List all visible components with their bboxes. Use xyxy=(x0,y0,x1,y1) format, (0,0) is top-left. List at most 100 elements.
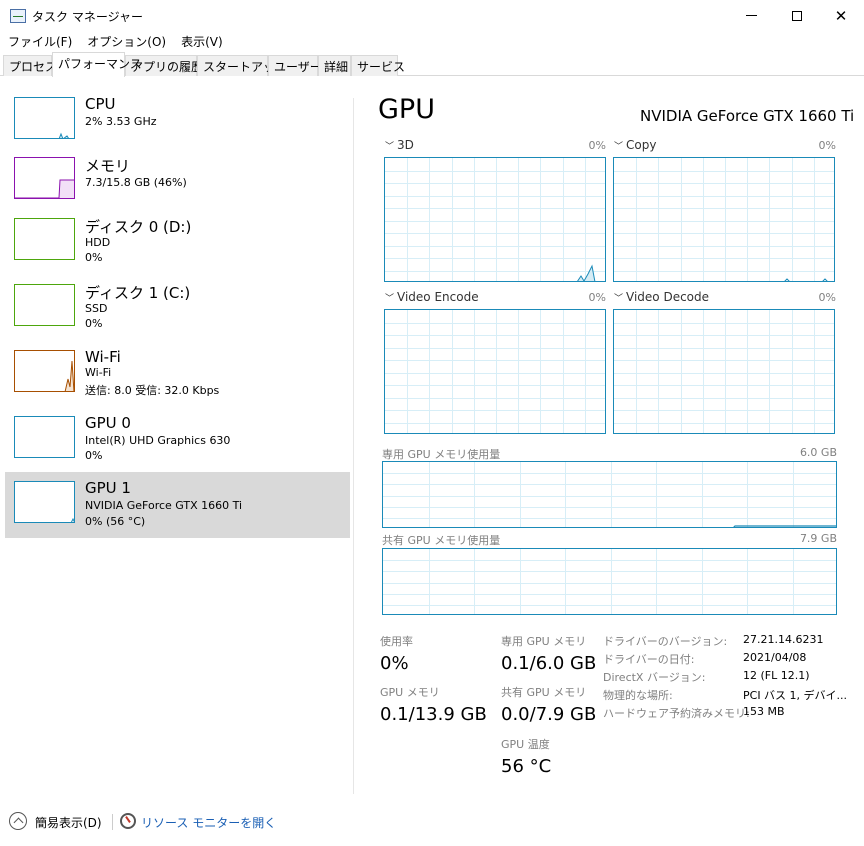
resource-gpu-0-title: GPU 0 xyxy=(85,414,131,432)
menu-view[interactable]: 表示(V) xyxy=(173,31,230,51)
engine-copy-graph xyxy=(613,157,835,282)
minimize-button[interactable] xyxy=(728,0,774,31)
utilization-value: 0% xyxy=(380,653,409,674)
panel-divider xyxy=(353,98,354,794)
dedicated-memory-label: 専用 GPU メモリ使用量 xyxy=(382,448,501,461)
dedicated-memory-max: 6.0 GB xyxy=(799,446,837,459)
dedicated-memory-graph xyxy=(382,461,837,528)
resource-gpu-1-usage: 0% (56 °C) xyxy=(85,515,146,528)
resource-disk-1-title: ディスク 1 (C:) xyxy=(85,284,191,302)
driver-version-value: 27.21.14.6231 xyxy=(743,633,824,646)
dedicated-memory-line xyxy=(733,525,836,527)
engine-video-encode-graph xyxy=(384,309,606,434)
engine-video-decode-graph xyxy=(613,309,835,434)
engine-3d-selector[interactable]: ﹀ 3D xyxy=(385,138,414,152)
physical-location-label: 物理的な場所: xyxy=(603,689,673,702)
resource-wifi-throughput: 送信: 8.0 受信: 32.0 Kbps xyxy=(85,384,220,397)
chevron-down-icon: ﹀ xyxy=(614,294,624,304)
engine-copy-selector[interactable]: ﹀ Copy xyxy=(614,138,656,152)
driver-date-label: ドライバーの日付: xyxy=(603,653,695,666)
wifi-thumbnail-graph xyxy=(64,360,74,391)
directx-version-value: 12 (FL 12.1) xyxy=(743,669,810,682)
wifi-thumbnail xyxy=(14,350,75,392)
close-icon: ✕ xyxy=(834,6,848,25)
resource-wifi-title: Wi-Fi xyxy=(85,348,121,366)
physical-location-value: PCI バス 1, デバイ... xyxy=(743,689,848,702)
resource-cpu[interactable]: CPU 2% 3.53 GHz xyxy=(5,93,350,157)
resource-disk-1[interactable]: ディスク 1 (C:) SSD 0% xyxy=(5,280,350,344)
resource-disk-0-usage: 0% xyxy=(85,251,103,264)
memory-thumbnail xyxy=(14,157,75,199)
open-resource-monitor-link[interactable]: リソース モニターを開く xyxy=(141,814,276,831)
shared-memory-stat-label: 共有 GPU メモリ xyxy=(501,686,587,699)
simple-view-button[interactable]: 簡易表示(D) xyxy=(35,814,102,831)
resource-wifi-name: Wi-Fi xyxy=(85,366,112,379)
directx-version-label: DirectX バージョン: xyxy=(603,671,706,684)
engine-video-encode-percent: 0% xyxy=(588,291,606,304)
engine-video-encode-grid xyxy=(385,310,605,433)
resource-memory-title: メモリ xyxy=(85,157,131,175)
tab-processes[interactable]: プロセス xyxy=(3,55,57,76)
disk-0-thumbnail xyxy=(14,218,75,260)
gpu-temperature-label: GPU 温度 xyxy=(501,738,550,751)
close-button[interactable]: ✕ xyxy=(818,0,864,31)
detail-device-name: NVIDIA GeForce GTX 1660 Ti xyxy=(640,107,855,125)
resource-disk-0[interactable]: ディスク 0 (D:) HDD 0% xyxy=(5,214,350,278)
tab-startup[interactable]: スタートアップ xyxy=(197,55,287,76)
chevron-up-icon[interactable] xyxy=(9,812,27,830)
resource-memory[interactable]: メモリ 7.3/15.8 GB (46%) xyxy=(5,153,350,217)
shared-memory-max: 7.9 GB xyxy=(799,532,837,545)
menu-bar: ファイル(F) オプション(O) 表示(V) xyxy=(0,31,864,51)
cpu-thumbnail-graph xyxy=(58,132,69,138)
driver-date-value: 2021/04/08 xyxy=(743,651,807,664)
memory-thumbnail-graph xyxy=(15,179,74,198)
engine-video-encode-label: Video Encode xyxy=(397,290,479,304)
tab-bar: プロセス パフォーマンス アプリの履歴 スタートアップ ユーザー 詳細 サービス xyxy=(0,52,864,77)
resource-disk-1-type: SSD xyxy=(85,302,108,315)
tab-details[interactable]: 詳細 xyxy=(318,55,351,76)
resource-wifi[interactable]: Wi-Fi Wi-Fi 送信: 8.0 受信: 32.0 Kbps xyxy=(5,346,350,410)
resource-gpu-1-name: NVIDIA GeForce GTX 1660 Ti xyxy=(85,499,243,512)
resource-gpu-0[interactable]: GPU 0 Intel(R) UHD Graphics 630 0% xyxy=(5,412,350,476)
engine-video-decode-grid xyxy=(614,310,834,433)
gpu-0-thumbnail xyxy=(14,416,75,458)
chevron-down-icon: ﹀ xyxy=(385,294,395,304)
tab-users[interactable]: ユーザー xyxy=(268,55,322,76)
engine-3d-line xyxy=(577,264,596,281)
menu-options[interactable]: オプション(O) xyxy=(79,31,173,51)
resource-list: CPU 2% 3.53 GHz メモリ 7.3/15.8 GB (46%) ディ… xyxy=(0,77,354,793)
engine-3d-percent: 0% xyxy=(588,139,606,152)
engine-video-decode-percent: 0% xyxy=(818,291,836,304)
engine-video-decode-selector[interactable]: ﹀ Video Decode xyxy=(614,290,709,304)
menu-file[interactable]: ファイル(F) xyxy=(0,31,79,51)
resource-disk-0-type: HDD xyxy=(85,236,111,249)
utilization-label: 使用率 xyxy=(380,635,413,648)
reserved-memory-value: 153 MB xyxy=(743,705,785,718)
chevron-down-icon: ﹀ xyxy=(614,142,624,152)
maximize-button[interactable] xyxy=(774,0,820,31)
engine-copy-label: Copy xyxy=(626,138,657,152)
maximize-icon xyxy=(792,10,802,21)
cpu-thumbnail xyxy=(14,97,75,139)
gpu-memory-label: GPU メモリ xyxy=(380,686,440,699)
engine-video-encode-selector[interactable]: ﹀ Video Encode xyxy=(385,290,479,304)
resource-gpu-0-name: Intel(R) UHD Graphics 630 xyxy=(85,434,231,447)
engine-3d-label: 3D xyxy=(397,138,414,152)
resource-memory-usage: 7.3/15.8 GB (46%) xyxy=(85,176,187,189)
gpu-1-thumbnail xyxy=(14,481,75,523)
gpu-memory-value: 0.1/13.9 GB xyxy=(380,704,487,725)
footer: 簡易表示(D) リソース モニターを開く xyxy=(0,806,864,836)
dedicated-memory-stat-label: 専用 GPU メモリ xyxy=(501,635,587,648)
shared-memory-label: 共有 GPU メモリ使用量 xyxy=(382,534,501,547)
engine-3d-graph xyxy=(384,157,606,282)
resource-disk-0-title: ディスク 0 (D:) xyxy=(85,218,192,236)
shared-memory-stat-value: 0.0/7.9 GB xyxy=(501,704,597,725)
shared-memory-graph xyxy=(382,548,837,615)
resource-gpu-1[interactable]: GPU 1 NVIDIA GeForce GTX 1660 Ti 0% (56 … xyxy=(5,472,350,538)
reserved-memory-label: ハードウェア予約済みメモリ: xyxy=(603,707,750,720)
resource-disk-1-usage: 0% xyxy=(85,317,103,330)
tab-services[interactable]: サービス xyxy=(351,55,405,76)
tab-performance[interactable]: パフォーマンス xyxy=(52,52,142,77)
resource-monitor-icon[interactable] xyxy=(120,813,136,829)
driver-version-label: ドライバーのバージョン: xyxy=(603,635,728,648)
